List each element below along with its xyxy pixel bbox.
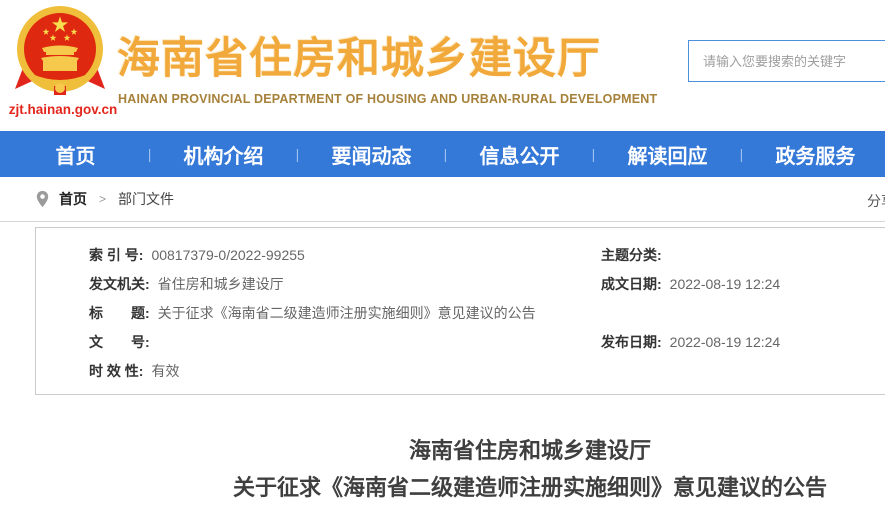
article-title-line2: 关于征求《海南省二级建造师注册实施细则》意见建议的公告 — [35, 469, 885, 506]
nav-item-gov-services[interactable]: 政务服务 — [746, 140, 885, 169]
breadcrumb-separator: > — [99, 192, 106, 206]
site-title: 海南省住房和城乡建设厅 — [117, 24, 601, 86]
breadcrumb: 首页 > 部门文件 分享 — [0, 177, 885, 222]
meta-row-doc-number: 文 号: — [89, 327, 536, 356]
document-meta-box: 索 引 号: 00817379-0/2022-99255 发文机关: 省住房和城… — [35, 227, 885, 395]
meta-row-spacer — [601, 298, 780, 327]
meta-row-topic-category: 主题分类: — [601, 240, 780, 269]
meta-value: 关于征求《海南省二级建造师注册实施细则》意见建议的公告 — [158, 303, 536, 323]
article-header: 海南省住房和城乡建设厅 关于征求《海南省二级建造师注册实施细则》意见建议的公告 — [35, 432, 885, 506]
meta-row-validity: 时 效 性: 有效 — [89, 356, 536, 385]
meta-label: 成文日期: — [601, 274, 662, 294]
nav-separator: | — [145, 146, 154, 162]
nav-separator: | — [293, 146, 302, 162]
nav-separator: | — [737, 146, 746, 162]
meta-value: 省住房和城乡建设厅 — [158, 274, 284, 294]
nav-item-interpretation[interactable]: 解读回应 — [598, 140, 737, 169]
meta-value: 2022-08-19 12:24 — [670, 334, 781, 350]
breadcrumb-current-link[interactable]: 部门文件 — [118, 189, 174, 209]
meta-row-written-date: 成文日期: 2022-08-19 12:24 — [601, 269, 780, 298]
search-input[interactable] — [688, 40, 885, 82]
meta-label: 发文机关: — [89, 274, 150, 294]
location-pin-icon — [36, 190, 49, 208]
nav-item-about[interactable]: 机构介绍 — [154, 140, 293, 169]
meta-row-title: 标 题: 关于征求《海南省二级建造师注册实施细则》意见建议的公告 — [89, 298, 536, 327]
meta-label: 时 效 性: — [89, 361, 143, 381]
meta-row-issuing-agency: 发文机关: 省住房和城乡建设厅 — [89, 269, 536, 298]
meta-value: 2022-08-19 12:24 — [670, 276, 781, 292]
share-button[interactable]: 分享 — [867, 191, 885, 211]
meta-column-right: 主题分类: 成文日期: 2022-08-19 12:24 发布日期: 2022-… — [601, 240, 780, 356]
nav-item-info-disclosure[interactable]: 信息公开 — [450, 140, 589, 169]
breadcrumb-home-link[interactable]: 首页 — [59, 189, 87, 209]
meta-value: 有效 — [151, 361, 179, 381]
nav-item-home[interactable]: 首页 — [6, 140, 145, 169]
site-header: zjt.hainan.gov.cn 海南省住房和城乡建设厅 HAINAN PRO… — [0, 0, 885, 131]
meta-label: 发布日期: — [601, 332, 662, 352]
meta-label: 索 引 号: — [89, 245, 143, 265]
meta-column-left: 索 引 号: 00817379-0/2022-99255 发文机关: 省住房和城… — [89, 240, 536, 385]
meta-label: 主题分类: — [601, 245, 662, 265]
meta-label: 标 题: — [89, 303, 150, 323]
main-nav: 首页 | 机构介绍 | 要闻动态 | 信息公开 | 解读回应 | 政务服务 — [0, 131, 885, 177]
site-subtitle-english: HAINAN PROVINCIAL DEPARTMENT OF HOUSING … — [118, 92, 657, 106]
site-url: zjt.hainan.gov.cn — [8, 102, 118, 117]
meta-label: 文 号: — [89, 332, 150, 352]
article-title-line1: 海南省住房和城乡建设厅 — [35, 432, 885, 469]
nav-item-news[interactable]: 要闻动态 — [302, 140, 441, 169]
meta-value: 00817379-0/2022-99255 — [151, 247, 304, 263]
meta-row-publish-date: 发布日期: 2022-08-19 12:24 — [601, 327, 780, 356]
nav-separator: | — [441, 146, 450, 162]
national-emblem-icon — [12, 4, 108, 102]
nav-separator: | — [589, 146, 598, 162]
meta-row-index-number: 索 引 号: 00817379-0/2022-99255 — [89, 240, 536, 269]
